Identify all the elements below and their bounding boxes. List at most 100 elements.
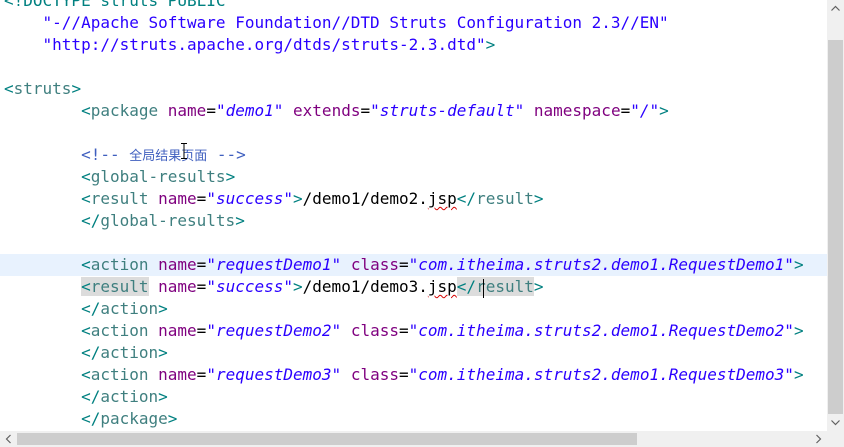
code-token: </ — [456, 189, 477, 208]
code-token: --> — [207, 145, 246, 164]
code-token: struts — [100, 0, 168, 10]
code-line[interactable]: <action name="requestDemo2" class="com.i… — [4, 320, 804, 342]
code-line[interactable]: </action> — [4, 342, 168, 364]
code-token: name — [158, 365, 197, 384]
code-token: = — [196, 365, 207, 384]
code-line[interactable]: </package> — [4, 408, 177, 430]
code-token: </ — [81, 409, 101, 428]
code-token: "requestDemo1" — [206, 255, 342, 274]
code-token: = — [196, 277, 207, 296]
code-token: extends — [293, 101, 361, 120]
code-token: < — [4, 79, 14, 98]
code-token: < — [81, 189, 91, 208]
scroll-right-button[interactable] — [810, 431, 827, 447]
code-line[interactable]: "http://struts.apache.org/dtds/struts-2.… — [4, 34, 496, 56]
code-line[interactable]: </global-results> — [4, 210, 245, 232]
code-token: = — [196, 321, 207, 340]
code-token: <!DOCTYPE — [4, 0, 101, 10]
code-token: > — [293, 189, 303, 208]
code-token: = — [398, 321, 409, 340]
code-line[interactable]: <package name="demo1" extends="struts-de… — [4, 100, 669, 122]
code-token: > — [158, 387, 168, 406]
code-token: action — [100, 387, 159, 406]
code-token: namespace — [533, 101, 621, 120]
code-token: > — [793, 255, 804, 274]
code-line[interactable]: "-//Apache Software Foundation//DTD Stru… — [4, 12, 669, 34]
code-token: = — [196, 255, 207, 274]
code-token: result — [90, 277, 149, 296]
code-line-current[interactable]: <action name="requestDemo1" class="com.i… — [0, 254, 827, 276]
code-token: class — [350, 255, 399, 274]
code-line[interactable]: </action> — [4, 298, 168, 320]
code-token: result — [476, 189, 534, 208]
horizontal-scrollbar[interactable] — [0, 431, 827, 447]
code-token: = — [360, 101, 371, 120]
code-token: "http://struts.apache.org/dtds/struts-2.… — [42, 35, 486, 54]
code-token: <!-- — [81, 145, 130, 164]
code-token: "com.itheima.struts2.demo1.RequestDemo3" — [408, 365, 794, 384]
code-token: action — [90, 365, 149, 384]
code-token: < — [81, 365, 91, 384]
scroll-down-button[interactable] — [827, 414, 844, 431]
code-token: > — [533, 277, 544, 296]
code-line[interactable]: <result name="success">/demo1/demo2.jsp<… — [4, 188, 544, 210]
code-token: "com.itheima.struts2.demo1.RequestDemo1" — [408, 255, 794, 274]
code-token: < — [81, 167, 91, 186]
code-token: > — [485, 35, 496, 54]
code-token: > — [158, 343, 168, 362]
scroll-left-button[interactable] — [0, 431, 17, 447]
code-token: name — [158, 321, 197, 340]
code-token: jsp — [427, 277, 457, 296]
code-token: = — [620, 101, 631, 120]
vertical-scrollbar[interactable] — [827, 0, 844, 431]
code-token: </ — [81, 211, 101, 230]
horizontal-scroll-thumb[interactable] — [17, 433, 637, 445]
code-token: "requestDemo3" — [206, 365, 342, 384]
code-line[interactable]: <global-results> — [4, 166, 235, 188]
code-token: > — [533, 189, 544, 208]
code-token: "success" — [206, 189, 294, 208]
code-token: > — [71, 79, 82, 98]
code-token: "success" — [206, 277, 294, 296]
code-token: > — [793, 321, 804, 340]
code-line[interactable]: <!-- 全局结果页面 --> — [4, 144, 246, 166]
code-token: class — [350, 365, 399, 384]
code-token: </ — [456, 277, 477, 296]
code-token: action — [100, 343, 159, 362]
vertical-scroll-thumb[interactable] — [828, 40, 843, 414]
scroll-up-button[interactable] — [827, 0, 844, 17]
code-token: action — [90, 321, 149, 340]
code-token: < — [81, 321, 91, 340]
code-line[interactable]: </action> — [4, 386, 168, 408]
code-line[interactable]: <result name="success">/demo1/demo3.jsp<… — [4, 276, 544, 298]
code-token: = — [398, 365, 409, 384]
code-token: </ — [81, 343, 101, 362]
code-editor[interactable]: <!DOCTYPE struts PUBLIC "-//Apache Softw… — [0, 0, 827, 431]
code-token: /demo1/demo3. — [302, 277, 428, 296]
code-token: = — [206, 101, 216, 120]
code-token: name — [158, 277, 197, 296]
code-line[interactable]: <!DOCTYPE struts PUBLIC — [4, 0, 226, 12]
code-token: > — [293, 277, 303, 296]
code-token: > — [167, 409, 178, 428]
code-token: "/" — [630, 101, 660, 120]
code-token: result — [90, 189, 149, 208]
code-token: > — [793, 365, 804, 384]
code-line[interactable]: <action name="requestDemo3" class="com.i… — [4, 364, 804, 386]
code-line[interactable]: <struts> — [4, 78, 81, 100]
code-token: < — [81, 255, 91, 274]
